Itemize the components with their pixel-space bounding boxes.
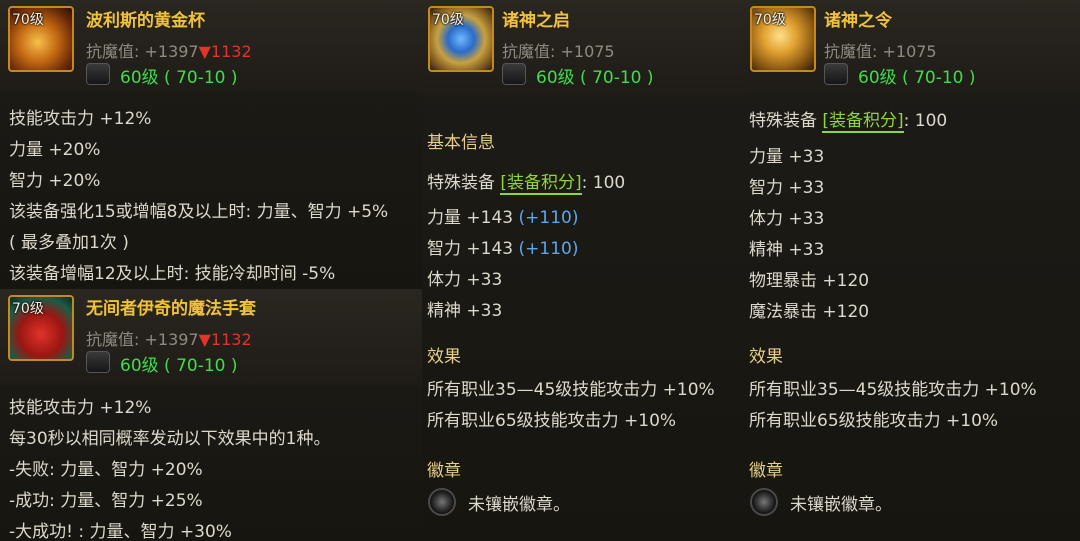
stat-line: 该装备强化15或增幅8及以上时: 力量、智力 +5%: [9, 202, 389, 222]
level-requirement: 60级 ( 70-10 ): [120, 356, 238, 376]
section-basic-info: 基本信息: [427, 133, 495, 153]
effect-line: 所有职业35—45级技能攻击力 +10%: [749, 380, 1037, 400]
dawn-of-gods-icon[interactable]: 70级: [428, 6, 494, 72]
stat-line: 该装备增幅12及以上时: 技能冷却时间 -5%: [9, 264, 336, 284]
resist-value: 抗魔值: +1075: [502, 42, 615, 61]
empty-emblem-icon: [428, 488, 456, 516]
level-badge: 70级: [754, 12, 786, 28]
tooltip-command-of-gods: 70级 诸神之令 抗魔值: +1075 60级 ( 70-10 ) 特殊装备 […: [744, 0, 1080, 541]
emblem-status: 未镶嵌徽章。: [468, 495, 570, 515]
level-requirement: 60级 ( 70-10 ): [536, 68, 654, 88]
resist-value: 抗魔值: +1397▼1132: [86, 330, 252, 349]
section-effect: 效果: [749, 347, 783, 367]
level-gem-icon: [86, 63, 110, 85]
level-gem-icon: [502, 63, 526, 85]
effect-line: 所有职业65级技能攻击力 +10%: [427, 411, 677, 431]
tooltip-dawn-of-gods: 70级 诸神之启 抗魔值: +1075 60级 ( 70-10 ) 基本信息 特…: [422, 0, 744, 541]
stat-line: 技能攻击力 +12%: [9, 109, 152, 129]
special-equip-line: 特殊装备 [装备积分]: 100: [427, 173, 626, 195]
command-of-gods-icon[interactable]: 70级: [750, 6, 816, 72]
magic-gloves-icon[interactable]: 70级: [8, 295, 74, 361]
resist-decrease: ▼1132: [198, 42, 252, 61]
level-requirement: 60级 ( 70-10 ): [858, 68, 976, 88]
special-equip-line: 特殊装备 [装备积分]: 100: [749, 111, 948, 133]
stat-line: 智力 +143 (+110): [427, 239, 579, 259]
stat-line: 智力 +20%: [9, 171, 101, 191]
resist-value: 抗魔值: +1397▼1132: [86, 42, 252, 61]
level-badge: 70级: [12, 12, 44, 28]
empty-emblem-icon: [750, 488, 778, 516]
gold-cup-icon[interactable]: 70级: [8, 6, 74, 72]
stat-line: -成功: 力量、智力 +25%: [9, 491, 203, 511]
resist-decrease: ▼1132: [198, 330, 252, 349]
stat-line: 精神 +33: [427, 301, 503, 321]
stat-line: 体力 +33: [749, 209, 825, 229]
tooltip-gold-cup: 70级 波利斯的黄金杯 抗魔值: +1397▼1132 60级 ( 70-10 …: [0, 0, 422, 289]
stat-line: 体力 +33: [427, 270, 503, 290]
item-name: 诸神之令: [824, 11, 892, 31]
section-emblem: 徽章: [749, 461, 783, 481]
stat-line: 物理暴击 +120: [749, 271, 870, 291]
stat-line: 力量 +33: [749, 147, 825, 167]
stat-line: 力量 +143 (+110): [427, 208, 579, 228]
level-requirement: 60级 ( 70-10 ): [120, 68, 238, 88]
item-name: 波利斯的黄金杯: [86, 11, 205, 31]
stat-line: ( 最多叠加1次 ): [9, 233, 129, 253]
tooltip-magic-gloves: 70级 无间者伊奇的魔法手套 抗魔值: +1397▼1132 60级 ( 70-…: [0, 289, 422, 541]
stat-line: -大成功! : 力量、智力 +30%: [9, 522, 232, 541]
level-gem-icon: [824, 63, 848, 85]
level-badge: 70级: [12, 301, 44, 317]
resist-value: 抗魔值: +1075: [824, 42, 937, 61]
emblem-status: 未镶嵌徽章。: [790, 495, 892, 515]
stat-line: 每30秒以相同概率发动以下效果中的1种。: [9, 429, 331, 449]
section-effect: 效果: [427, 347, 461, 367]
effect-line: 所有职业65级技能攻击力 +10%: [749, 411, 999, 431]
stat-line: 技能攻击力 +12%: [9, 398, 152, 418]
stat-line: -失败: 力量、智力 +20%: [9, 460, 203, 480]
stat-line: 力量 +20%: [9, 140, 101, 160]
effect-line: 所有职业35—45级技能攻击力 +10%: [427, 380, 715, 400]
equip-score-tag: [装备积分]: [500, 173, 582, 195]
level-badge: 70级: [432, 12, 464, 28]
item-name: 诸神之启: [502, 11, 570, 31]
stat-line: 魔法暴击 +120: [749, 302, 870, 322]
level-gem-icon: [86, 351, 110, 373]
item-name: 无间者伊奇的魔法手套: [86, 299, 256, 319]
stat-line: 精神 +33: [749, 240, 825, 260]
stat-line: 智力 +33: [749, 178, 825, 198]
equip-score-tag: [装备积分]: [822, 111, 904, 133]
section-emblem: 徽章: [427, 461, 461, 481]
